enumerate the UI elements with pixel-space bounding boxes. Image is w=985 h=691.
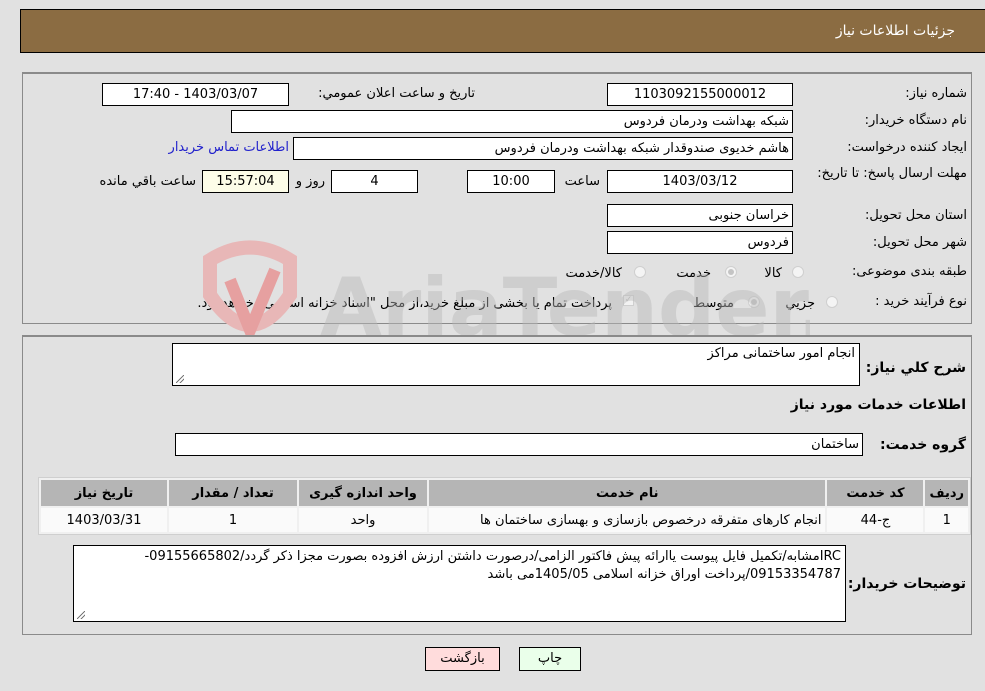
announce-field: 1403/03/07 - 17:40	[102, 83, 289, 106]
summary-textarea[interactable]: انجام امور ساختمانی مراکز	[172, 343, 860, 386]
cell-service-name: انجام کارهای متفرقه درخصوص بازسازی و بهس…	[429, 508, 826, 532]
process-radio-medium[interactable]	[748, 296, 760, 308]
services-table: ردیف کد خدمت نام خدمت واحد اندازه گیری ت…	[38, 477, 971, 535]
cell-row-number: 1	[925, 508, 968, 532]
treasury-note: پرداخت تمام یا بخشی از مبلغ خرید،از محل …	[197, 296, 612, 311]
buyer-org-label: نام دستگاه خريدار:	[864, 113, 967, 128]
province-field: خراسان جنوبی	[607, 204, 793, 227]
province-label: استان محل تحویل:	[865, 208, 967, 223]
deadline-time-label: ساعت	[564, 174, 600, 189]
deadline-date-field: 1403/03/12	[607, 170, 793, 193]
cell-unit: واحد	[299, 508, 427, 532]
table-row: 1 ج-44 انجام کارهای متفرقه درخصوص بازساز…	[41, 508, 968, 532]
col-service-code: کد خدمت	[827, 480, 924, 506]
process-option-medium: متوسط	[693, 296, 734, 311]
category-label: طبقه بندی موضوعی:	[851, 264, 967, 279]
category-option-service: خدمت	[676, 266, 711, 281]
page-header: جزئیات اطلاعات نیاز	[20, 9, 985, 53]
services-section-title: اطلاعات خدمات مورد نیاز	[790, 397, 966, 413]
process-label: نوع فرآیند خرید :	[875, 294, 967, 309]
category-radio-goods[interactable]	[792, 266, 804, 278]
treasury-checkbox[interactable]: ✓	[623, 295, 634, 306]
city-label: شهر محل تحویل:	[872, 235, 967, 250]
buyer-org-field: شبکه بهداشت ودرمان فردوس	[231, 110, 793, 133]
summary-label: شرح کلي نياز:	[865, 360, 966, 376]
cell-need-date: 1403/03/31	[41, 508, 167, 532]
creator-field: هاشم خدیوی صندوقدار شبکه بهداشت ودرمان ف…	[293, 137, 793, 160]
need-number-label: شماره نیاز:	[905, 86, 967, 101]
print-button[interactable]: چاپ	[519, 647, 581, 671]
col-unit: واحد اندازه گیری	[299, 480, 427, 506]
cell-quantity: 1	[169, 508, 297, 532]
resize-grip-icon[interactable]	[77, 611, 85, 619]
process-radio-minor[interactable]	[826, 296, 838, 308]
deadline-time-field: 10:00	[467, 170, 555, 193]
category-option-goods: کالا	[764, 266, 782, 281]
days-label: روز و	[295, 174, 325, 189]
summary-text: انجام امور ساختمانی مراکز	[707, 346, 855, 361]
table-header-row: ردیف کد خدمت نام خدمت واحد اندازه گیری ت…	[41, 480, 968, 506]
announce-label: تاریخ و ساعت اعلان عمومي:	[318, 86, 475, 101]
col-quantity: تعداد / مقدار	[169, 480, 297, 506]
cell-service-code: ج-44	[827, 508, 924, 532]
category-radio-service[interactable]	[725, 266, 737, 278]
remaining-time-label: ساعت باقي مانده	[99, 174, 196, 189]
city-field: فردوس	[607, 231, 793, 254]
buyer-notes-textarea[interactable]: IRCمشابه/تکمیل فایل پیوست یاارائه پیش فا…	[73, 545, 846, 622]
remaining-time-field: 15:57:04	[202, 170, 289, 193]
col-row-number: ردیف	[925, 480, 968, 506]
buyer-notes-label: توضیحات خریدار:	[847, 576, 966, 592]
col-need-date: تاریخ نیاز	[41, 480, 167, 506]
buyer-notes-text: IRCمشابه/تکمیل فایل پیوست یاارائه پیش فا…	[144, 549, 841, 582]
category-radio-goods-service[interactable]	[634, 266, 646, 278]
col-service-name: نام خدمت	[429, 480, 826, 506]
page-title: جزئیات اطلاعات نیاز	[835, 23, 955, 39]
process-option-minor: جزيي	[785, 296, 815, 311]
buyer-contact-link[interactable]: اطلاعات تماس خریدار	[169, 140, 289, 155]
days-remaining-field: 4	[331, 170, 418, 193]
category-option-goods-service: کالا/خدمت	[565, 266, 622, 281]
services-table-wrap: ردیف کد خدمت نام خدمت واحد اندازه گیری ت…	[38, 477, 971, 535]
back-button[interactable]: بازگشت	[425, 647, 500, 671]
deadline-label: مهلت ارسال پاسخ: تا تاریخ:	[817, 166, 967, 181]
need-number-field: 1103092155000012	[607, 83, 793, 106]
resize-grip-icon[interactable]	[176, 375, 184, 383]
creator-label: ایجاد کننده درخواست:	[847, 140, 967, 155]
service-group-label: گروه خدمت:	[880, 437, 966, 453]
service-group-field: ساختمان	[175, 433, 863, 456]
